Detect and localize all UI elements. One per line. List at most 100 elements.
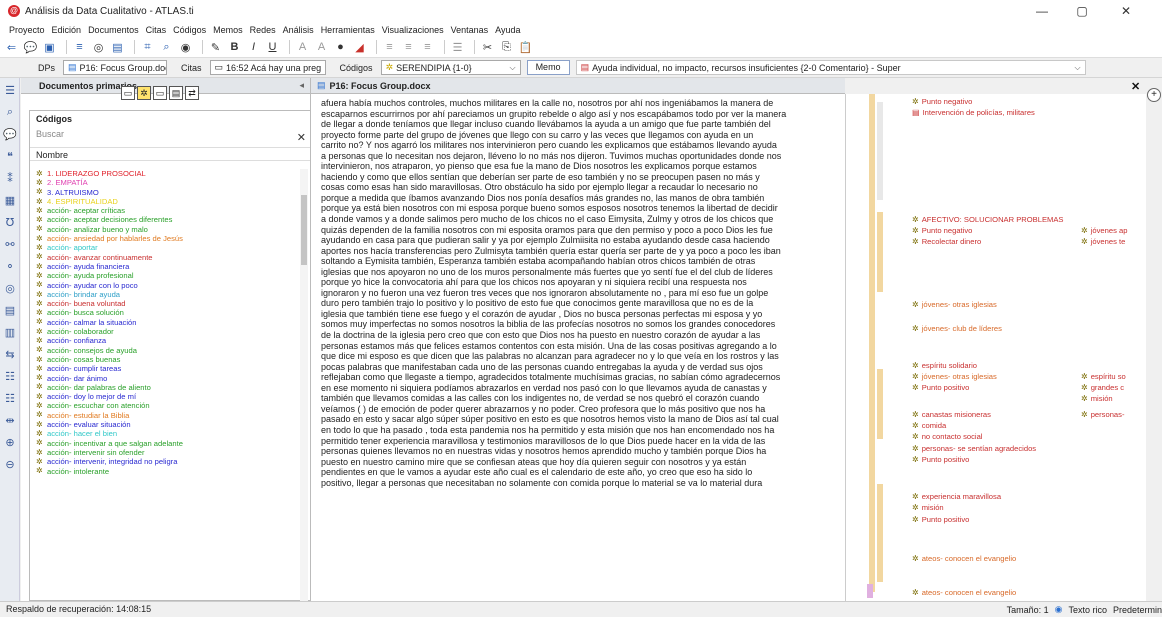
citas-label[interactable]: Citas bbox=[173, 63, 210, 73]
name-column-header[interactable]: Nombre bbox=[30, 147, 310, 161]
code-list-scrollbar[interactable] bbox=[300, 169, 308, 601]
document-line[interactable]: somos muy imperfectas no somos nosotros … bbox=[321, 319, 851, 330]
size-indicator[interactable]: Tamaño: 1 bbox=[1007, 605, 1049, 615]
italic-icon[interactable]: I bbox=[246, 40, 261, 55]
margin-code[interactable]: ✲ jóvenes- club de líderes bbox=[912, 324, 1002, 333]
document-line[interactable]: aportes nos hacía transferencias pero Zu… bbox=[321, 246, 851, 257]
margin-code[interactable]: ✲ no contacto social bbox=[912, 432, 983, 441]
document-manager-icon[interactable]: ▤ bbox=[110, 40, 125, 55]
document-line[interactable]: pasado en esto y sacar algo súper súper … bbox=[321, 414, 851, 425]
code-list-item[interactable]: ✲ 1. LIDERAZGO PROSOCIAL bbox=[30, 169, 296, 178]
code-list-item[interactable]: ✲ acción- analizar bueno y malo bbox=[30, 225, 296, 234]
code-list-item[interactable]: ✲ acción- consejos de ayuda bbox=[30, 346, 296, 355]
close-document-icon[interactable]: ✕ bbox=[1131, 80, 1140, 93]
document-line[interactable]: porque yo hice la convocatoria ahí para … bbox=[321, 277, 851, 288]
document-line[interactable]: carrito no? Y nos agarró los militares n… bbox=[321, 140, 851, 151]
copy-icon[interactable]: ⎘ bbox=[499, 40, 514, 55]
document-line[interactable]: a personas que lo necesitan nos dejaron,… bbox=[321, 151, 851, 162]
document-tab[interactable]: ▤ P16: Focus Group.docx bbox=[311, 78, 845, 94]
menu-item-5[interactable]: Memos bbox=[213, 25, 243, 35]
codes-icon[interactable]: ⌗ bbox=[140, 40, 155, 55]
document-line[interactable]: afuera había muchos controles, muchos mi… bbox=[321, 98, 851, 109]
code-list-item[interactable]: ✲ acción- aportar bbox=[30, 243, 296, 252]
dps-label[interactable]: DPs bbox=[30, 63, 63, 73]
transcript-icon[interactable]: ⁑ bbox=[2, 170, 18, 186]
document-line[interactable]: también que llevamos comidas a las calle… bbox=[321, 393, 851, 404]
code-list-item[interactable]: ✲ acción- busca solución bbox=[30, 308, 296, 317]
document-line[interactable]: ignoraron y no fueron una vez fueron tre… bbox=[321, 288, 851, 299]
code-list-item[interactable]: ✲ acción- ayuda profesional bbox=[30, 271, 296, 280]
table-icon[interactable]: ▦ bbox=[2, 192, 18, 208]
margin-code[interactable]: ✲ espíritu solidario bbox=[912, 361, 977, 370]
close-icon[interactable]: ✕ bbox=[297, 131, 306, 144]
code-list-item[interactable]: ✲ acción- buena voluntad bbox=[30, 299, 296, 308]
document-line[interactable]: iglesia que también tiene ese fuego y el… bbox=[321, 309, 851, 320]
code-list-item[interactable]: ✲ acción- intervenir sin ofender bbox=[30, 448, 296, 457]
margin-code[interactable]: ✲ jóvenes ap bbox=[1081, 226, 1127, 235]
document-line[interactable]: ayudando en casa para que pudieran salir… bbox=[321, 235, 851, 246]
margin-code[interactable]: ✲ personas- bbox=[1081, 410, 1124, 419]
hyperlink-icon[interactable]: ⇆ bbox=[2, 346, 18, 362]
document-line[interactable]: porque ya está bien nosotros con mi espo… bbox=[321, 203, 851, 214]
margin-code[interactable]: ✲ misión bbox=[1081, 394, 1113, 403]
code-list-item[interactable]: ✲ 3. ALTRUISMO bbox=[30, 188, 296, 197]
code-list-item[interactable]: ✲ acción- cumplir tareas bbox=[30, 364, 296, 373]
margin-code[interactable]: ✲ Punto negativo bbox=[912, 226, 972, 235]
font-shrink-icon[interactable]: A bbox=[314, 40, 329, 55]
default-indicator[interactable]: Predetermin bbox=[1113, 605, 1162, 615]
code-list-item[interactable]: ✲ acción- cosas buenas bbox=[30, 355, 296, 364]
code-link-icon[interactable]: ⚯ bbox=[2, 236, 18, 252]
format-indicator[interactable]: Texto rico bbox=[1068, 605, 1107, 615]
sequence-icon[interactable]: ⚬ bbox=[2, 258, 18, 274]
scrollbar-thumb[interactable] bbox=[301, 195, 307, 265]
document-line[interactable]: puesto en nuestro camino mire que se con… bbox=[321, 457, 851, 468]
code-list-item[interactable]: ✲ acción- colaborador bbox=[30, 327, 296, 336]
query-icon[interactable]: ⌕ bbox=[159, 40, 174, 55]
document-line[interactable]: personas quienes llevamos no en nuestras… bbox=[321, 446, 851, 457]
menu-item-1[interactable]: Edición bbox=[52, 25, 82, 35]
margin-code[interactable]: ✲ experiencia maravillosa bbox=[912, 492, 1001, 501]
align-left-icon[interactable]: ≡ bbox=[382, 40, 397, 55]
minimize-button[interactable]: — bbox=[1022, 0, 1062, 22]
document-line[interactable]: proyecto forme parte del grupo de jóvene… bbox=[321, 130, 851, 141]
network-icon[interactable]: ◉ bbox=[178, 40, 193, 55]
underline-icon[interactable]: U bbox=[265, 40, 280, 55]
align-right-icon[interactable]: ≡ bbox=[420, 40, 435, 55]
quotation-select[interactable]: ▭ 16:52 Acá hay una preg ⌵ bbox=[209, 60, 326, 75]
comment-icon[interactable]: 💬 bbox=[23, 40, 38, 55]
margin-code[interactable]: ✲ Punto positivo bbox=[912, 455, 969, 464]
menu-item-7[interactable]: Análisis bbox=[283, 25, 314, 35]
margin-code[interactable]: ✲ jóvenes te bbox=[1081, 237, 1125, 246]
code-list-item[interactable]: ✲ acción- incentivar a que salgan adelant… bbox=[30, 439, 296, 448]
code-list-item[interactable]: ✲ acción- avanzar continuamente bbox=[30, 253, 296, 262]
document-line[interactable]: reflejaban como que llegaste a tiempo, a… bbox=[321, 372, 851, 383]
document-tab-icon[interactable]: ▭ bbox=[121, 86, 135, 100]
target-icon[interactable]: ◎ bbox=[2, 280, 18, 296]
maximize-button[interactable]: ▢ bbox=[1062, 0, 1102, 22]
search-input[interactable]: Buscar bbox=[32, 129, 296, 143]
code-list-item[interactable]: ✲ acción- aceptar decisiones diferentes bbox=[30, 215, 296, 224]
menu-item-10[interactable]: Ventanas bbox=[451, 25, 489, 35]
document-text[interactable]: afuera había muchos controles, muchos mi… bbox=[321, 98, 851, 598]
margin-code[interactable]: ✲ espíritu so bbox=[1081, 372, 1126, 381]
code-list-item[interactable]: ✲ acción- calmar la situación bbox=[30, 318, 296, 327]
code-list-item[interactable]: ✲ acción- estudiar la Biblia bbox=[30, 411, 296, 420]
pen-icon[interactable]: ✎ bbox=[208, 40, 223, 55]
margin-code[interactable]: ✲ jóvenes- otras iglesias bbox=[912, 300, 997, 309]
color-fill-icon[interactable]: ● bbox=[333, 40, 348, 55]
search-icon[interactable]: ⌕ bbox=[2, 104, 18, 120]
list-view-icon[interactable]: ☷ bbox=[2, 390, 18, 406]
memo-select[interactable]: ▤ Ayuda individual, no impacto, recursos… bbox=[575, 60, 1086, 75]
bold-icon[interactable]: B bbox=[227, 40, 242, 55]
code-list-item[interactable]: ✲ acción- dar ánimo bbox=[30, 374, 296, 383]
code-list-item[interactable]: ✲ acción- dar palabras de aliento bbox=[30, 383, 296, 392]
document-line[interactable]: escaparnos escurrirnos por ahí pareciamo… bbox=[321, 109, 851, 120]
code-list-item[interactable]: ✲ acción- brindar ayuda bbox=[30, 290, 296, 299]
code-list-item[interactable]: ✲ acción- aceptar críticas bbox=[30, 206, 296, 215]
document-line[interactable]: permitido tener experiencia maravillosa … bbox=[321, 436, 851, 447]
tag-icon[interactable]: ℧ bbox=[2, 214, 18, 230]
quote-tab-icon[interactable]: ▭ bbox=[153, 86, 167, 100]
margin-code[interactable]: ✲ ateos- conocen el evangelio bbox=[912, 588, 1016, 597]
document-select[interactable]: ▤ P16: Focus Group.docx ⌵ bbox=[63, 60, 168, 75]
code-select[interactable]: ✲ SERENDIPIA {1-0} ⌵ bbox=[380, 60, 521, 75]
